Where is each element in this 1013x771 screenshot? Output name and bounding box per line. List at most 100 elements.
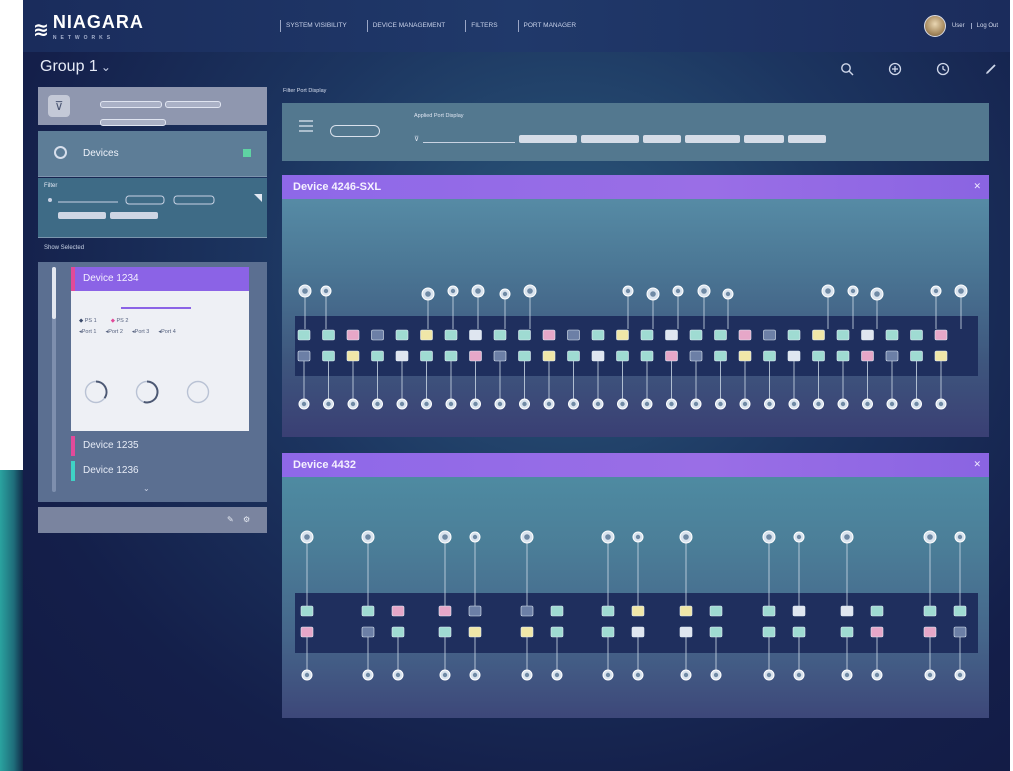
filter-port-display: Applied Port Display ⊽ xyxy=(282,103,989,161)
nav-filters[interactable]: FILTERS xyxy=(465,20,498,32)
filter-chip[interactable] xyxy=(165,101,221,108)
port xyxy=(840,605,854,617)
show-selected-toggle[interactable]: Show Selected xyxy=(44,245,84,251)
chevron-down-icon[interactable]: ⌄ xyxy=(143,484,150,493)
port xyxy=(934,329,948,341)
scrollbar-thumb[interactable] xyxy=(52,267,56,319)
edit-icon[interactable]: ✎ xyxy=(227,515,234,524)
port xyxy=(567,329,580,341)
port xyxy=(300,605,314,617)
device-panel-4246: Device 4246-SXL ✕ xyxy=(282,175,989,437)
nav-system-visibility[interactable]: SYSTEM VISIBILITY xyxy=(280,20,347,32)
filter-tag[interactable] xyxy=(788,135,827,143)
device-name: Device 1235 xyxy=(83,440,139,451)
port-node-icon xyxy=(886,398,898,410)
filter-port-display-title: Filter Port Display xyxy=(283,88,327,94)
edit-icon[interactable] xyxy=(982,60,1000,78)
filter-icon: ⊽ xyxy=(414,136,420,143)
port xyxy=(346,329,360,341)
port-node-icon xyxy=(666,398,677,410)
filter-tag[interactable] xyxy=(581,135,640,143)
port-node-icon xyxy=(601,530,615,544)
port xyxy=(665,329,678,341)
port-node-icon xyxy=(672,285,684,297)
port xyxy=(885,329,899,341)
port-node-icon xyxy=(847,285,859,297)
port xyxy=(361,626,375,638)
applied-port-display-label: Applied Port Display xyxy=(414,113,464,119)
device-item-1234[interactable]: Device 1234 xyxy=(71,267,249,291)
filter-tag[interactable] xyxy=(643,135,682,143)
port xyxy=(469,350,482,362)
devices-label: Devices xyxy=(83,148,119,159)
add-icon[interactable] xyxy=(886,60,904,78)
port-node-icon xyxy=(361,530,375,544)
port xyxy=(763,329,776,341)
port-node-icon xyxy=(469,531,481,543)
port xyxy=(601,605,615,617)
port xyxy=(870,626,884,638)
port-rail xyxy=(295,593,978,653)
port xyxy=(371,329,384,341)
nav-device-management[interactable]: DEVICE MANAGEMENT xyxy=(366,20,445,32)
port-node-icon xyxy=(641,398,653,410)
settings-icon[interactable]: ⚙ xyxy=(243,515,250,524)
device-panel-header: Device 4432 ✕ xyxy=(282,453,989,477)
power-icon: ◆ xyxy=(110,318,115,324)
filter-icon[interactable]: ⊽ xyxy=(48,95,70,117)
collapse-icon[interactable]: ✕ xyxy=(973,459,981,470)
devices-header[interactable]: Devices xyxy=(38,131,267,177)
port-node-icon xyxy=(445,398,457,410)
port-node-icon xyxy=(392,669,404,681)
filter-chips xyxy=(100,95,224,131)
port-node-icon xyxy=(840,530,854,544)
port-label: ◂Port 3 xyxy=(131,329,150,335)
filter-chip[interactable] xyxy=(100,119,166,126)
menu-icon[interactable] xyxy=(298,119,314,133)
collapse-icon[interactable]: ✕ xyxy=(973,181,981,192)
port xyxy=(640,350,654,362)
port-node-icon xyxy=(788,398,800,410)
brand-logo[interactable]: ≋ NIAGARA NETWORKS xyxy=(33,13,144,46)
applied-filters: ⊽ xyxy=(414,135,827,143)
port-node-icon xyxy=(362,669,374,681)
filter-tag[interactable] xyxy=(744,135,785,143)
port xyxy=(601,626,615,638)
port-node-icon xyxy=(520,530,534,544)
port-label: ◂Port 2 xyxy=(105,329,123,335)
search-icon[interactable] xyxy=(838,60,856,78)
filter-fields xyxy=(48,194,262,219)
port xyxy=(689,329,703,341)
avatar[interactable] xyxy=(923,15,946,37)
user-name[interactable]: User xyxy=(952,23,965,29)
applied-filter-key[interactable] xyxy=(423,135,516,143)
filter-tag[interactable] xyxy=(519,135,578,143)
port xyxy=(346,350,360,362)
port xyxy=(631,605,645,617)
logout-link[interactable]: Log Out xyxy=(970,23,998,29)
status-indicator xyxy=(243,149,251,157)
port-node-icon xyxy=(722,288,734,300)
port-node-icon xyxy=(793,669,805,681)
port-node-icon xyxy=(924,669,936,681)
app-screen: ≋ NIAGARA NETWORKS SYSTEM VISIBILITY DEV… xyxy=(23,0,1010,771)
port-display-button[interactable] xyxy=(330,125,380,137)
port xyxy=(762,626,776,638)
port xyxy=(885,350,899,362)
device-item-1235[interactable]: Device 1235 xyxy=(71,436,249,456)
filter-tag[interactable] xyxy=(685,135,741,143)
port xyxy=(300,626,314,638)
history-icon[interactable] xyxy=(934,60,952,78)
device-color-bar xyxy=(71,267,75,291)
port xyxy=(444,329,458,341)
ports-row: ◂Port 1 ◂Port 2 ◂Port 3 ◂Port 4 xyxy=(71,329,249,335)
filter-chip[interactable] xyxy=(100,101,162,108)
port xyxy=(518,350,531,362)
group-selector[interactable]: Group 1 ⌄ xyxy=(40,58,111,76)
port-node-icon xyxy=(470,398,481,410)
port-node-icon xyxy=(813,398,824,410)
port-node-icon xyxy=(320,285,332,297)
port xyxy=(550,626,564,638)
device-item-1236[interactable]: Device 1236 xyxy=(71,461,249,481)
nav-port-manager[interactable]: PORT MANAGER xyxy=(517,20,576,32)
